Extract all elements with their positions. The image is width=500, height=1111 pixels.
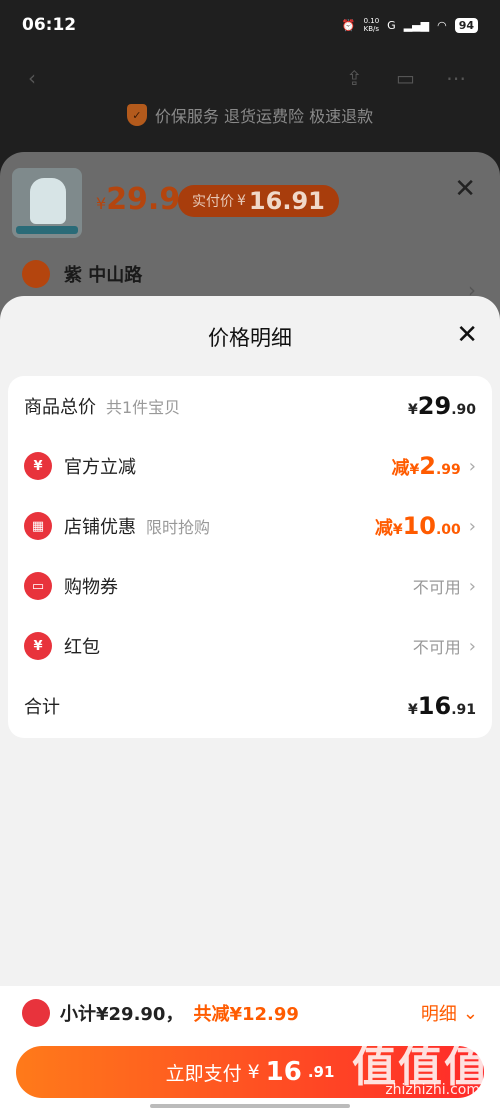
top-nav: ‹ ⇪ ▭ ⋯ bbox=[0, 58, 500, 98]
pay-amount-dec: .91 bbox=[307, 1063, 335, 1081]
chevron-right-icon: › bbox=[468, 455, 476, 477]
total-value: ¥ 16 .91 bbox=[408, 692, 476, 720]
coupon-icon: ▭ bbox=[24, 572, 52, 600]
row-total: 合计 ¥ 16 .91 bbox=[8, 676, 492, 736]
detail-toggle[interactable]: 明细 ⌄ bbox=[421, 1000, 478, 1026]
status-bar: 06:12 ⏰ 0.10 KB/s G ▂▄▆ ◠ 94 bbox=[0, 0, 500, 50]
chevron-right-icon: › bbox=[468, 515, 476, 537]
close-icon[interactable]: ✕ bbox=[454, 174, 476, 204]
location-pin-icon bbox=[22, 260, 50, 288]
shop-icon: ▦ bbox=[24, 512, 52, 540]
service-text: 价保服务 退货运费险 极速退款 bbox=[154, 107, 374, 126]
coupon-status: 不可用 bbox=[412, 578, 461, 597]
close-icon[interactable]: ✕ bbox=[456, 320, 478, 350]
official-discount-value: 减 ¥ 2 .99 bbox=[391, 452, 461, 480]
pay-amount-int: 16 bbox=[265, 1057, 302, 1087]
wifi-icon: ◠ bbox=[437, 18, 447, 32]
row-label: 红包 bbox=[64, 637, 100, 658]
subtotal-row: 小计¥29.90， 共减¥12.99 明细 ⌄ bbox=[22, 998, 478, 1028]
more-icon[interactable]: ⋯ bbox=[446, 66, 466, 90]
chevron-down-icon: ⌄ bbox=[462, 1002, 478, 1024]
signal-icon: ▂▄▆ bbox=[403, 18, 430, 32]
battery-level: 94 bbox=[454, 17, 478, 33]
home-indicator bbox=[150, 1104, 350, 1108]
chevron-right-icon: › bbox=[468, 635, 476, 657]
real-pay-badge: 实付价 ¥ 16.91 bbox=[178, 185, 339, 217]
row-sub: 共1件宝贝 bbox=[106, 398, 181, 417]
row-official-discount[interactable]: ¥ 官方立减 减 ¥ 2 .99 › bbox=[8, 436, 492, 496]
row-label: 购物券 bbox=[64, 577, 118, 598]
pay-symbol: ¥ bbox=[247, 1061, 260, 1083]
watermark-url: zhizhizhi.com bbox=[385, 1082, 480, 1098]
net-speed: 0.10 KB/s bbox=[363, 17, 380, 33]
row-label: 商品总价 bbox=[24, 397, 96, 418]
alarm-icon: ⏰ bbox=[341, 18, 356, 32]
row-red-packet[interactable]: ¥ 红包 不可用 › bbox=[8, 616, 492, 676]
coupon-icon bbox=[22, 999, 50, 1027]
service-guarantee-row: ✓ 价保服务 退货运费险 极速退款 bbox=[0, 100, 500, 130]
yuan-circle-icon: ¥ bbox=[24, 452, 52, 480]
row-label: 店铺优惠 bbox=[64, 517, 136, 538]
status-time: 06:12 bbox=[22, 15, 77, 35]
row-sub: 限时抢购 bbox=[146, 518, 211, 537]
order-price: ¥29.9 bbox=[96, 182, 181, 217]
back-icon[interactable]: ‹ bbox=[28, 66, 36, 90]
price-detail-card: 商品总价 共1件宝贝 ¥ 29 .90 ¥ 官方立减 减 ¥ 2 .99 › ▦… bbox=[8, 376, 492, 738]
sheet-title: 价格明细 bbox=[208, 326, 292, 350]
red-packet-icon: ¥ bbox=[24, 632, 52, 660]
row-label: 官方立减 bbox=[64, 457, 136, 478]
product-thumbnail bbox=[12, 168, 82, 238]
subtotal-text: 小计¥29.90， bbox=[60, 1004, 184, 1025]
cart-icon[interactable]: ▭ bbox=[396, 66, 415, 90]
pay-label: 立即支付 bbox=[165, 1062, 242, 1085]
chevron-right-icon: › bbox=[468, 575, 476, 597]
row-goods-total: 商品总价 共1件宝贝 ¥ 29 .90 bbox=[8, 376, 492, 436]
row-label: 合计 bbox=[24, 697, 60, 718]
address-row[interactable]: 紫 中山路 bbox=[22, 260, 142, 288]
detail-label: 明细 bbox=[420, 1004, 457, 1025]
shop-discount-value: 减 ¥ 10 .00 bbox=[374, 512, 461, 540]
share-icon[interactable]: ⇪ bbox=[346, 66, 363, 90]
network-type: G bbox=[387, 18, 396, 32]
red-packet-status: 不可用 bbox=[412, 638, 461, 657]
row-shopping-coupon[interactable]: ▭ 购物券 不可用 › bbox=[8, 556, 492, 616]
goods-total-value: ¥ 29 .90 bbox=[408, 392, 476, 420]
total-cut-text: 共减¥12.99 bbox=[193, 1004, 299, 1025]
shield-icon: ✓ bbox=[126, 104, 147, 126]
status-icons: ⏰ 0.10 KB/s G ▂▄▆ ◠ 94 bbox=[342, 17, 478, 33]
row-shop-discount[interactable]: ▦ 店铺优惠 限时抢购 减 ¥ 10 .00 › bbox=[8, 496, 492, 556]
address-text: 紫 中山路 bbox=[64, 265, 143, 286]
